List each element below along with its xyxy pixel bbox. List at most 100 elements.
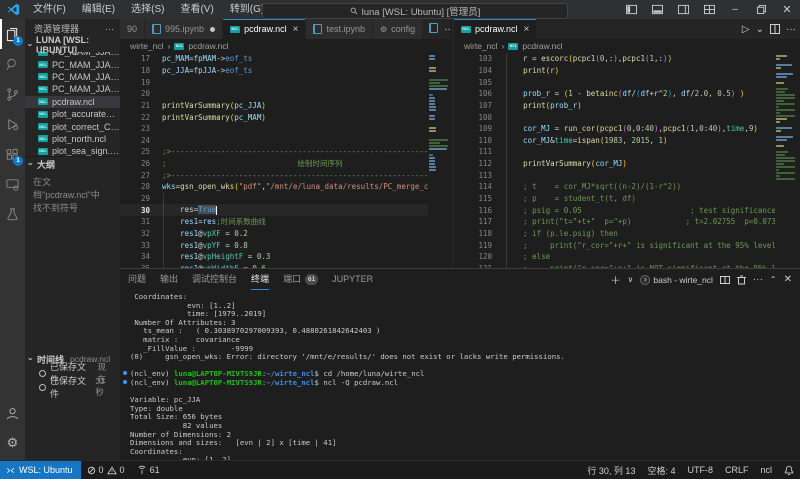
file-item[interactable]: NCLplot_sea_sign.ncl: [25, 145, 120, 156]
problems-indicator[interactable]: 0 0: [81, 461, 131, 479]
settings-gear-icon[interactable]: ⚙: [0, 428, 25, 458]
close-icon[interactable]: ×: [293, 24, 299, 35]
tab-pcdraw.ncl[interactable]: NCLpcdraw.ncl×: [454, 19, 537, 39]
toggle-secondary-sidebar-icon[interactable]: [670, 0, 696, 19]
panel-tab-输出[interactable]: 输出: [160, 269, 178, 290]
ncl-file-icon: NCL: [38, 123, 48, 130]
new-terminal-icon[interactable]: ＋: [611, 272, 621, 287]
minimap-line: [776, 136, 793, 138]
tab-90[interactable]: 90: [120, 19, 145, 39]
panel-tab-终端[interactable]: 终端: [251, 269, 269, 290]
activity-run-debug[interactable]: [0, 109, 25, 139]
code-line: 112 printVarSummary(cor_MJ): [454, 158, 800, 170]
file-item[interactable]: NCLpcdraw.ncl: [25, 96, 120, 108]
run-dropdown-icon[interactable]: ⌄: [756, 24, 764, 35]
menu-item[interactable]: 选择(S): [124, 0, 171, 19]
file-item[interactable]: NCLplot_accurate_Beijing...: [25, 108, 120, 120]
line-number: 114: [454, 182, 492, 191]
eol-sequence[interactable]: CRLF: [719, 461, 755, 479]
panel-tab-端口[interactable]: 端口61: [283, 269, 318, 290]
code-editor-left[interactable]: 17pc_MAM=fpMAM->eof_ts18pc_JJA=fpJJA->eo…: [120, 53, 450, 268]
ports-indicator[interactable]: 61: [131, 461, 166, 479]
timeline-item[interactable]: 已保存文件33 秒: [25, 380, 120, 394]
toggle-sidebar-icon[interactable]: [618, 0, 644, 19]
cursor-position[interactable]: 行 30, 列 13: [581, 461, 641, 479]
toggle-panel-icon[interactable]: [644, 0, 670, 19]
minimap-line: [776, 67, 781, 69]
timeline-section: › 时间线 pcdraw.ncl 已保存文件现在已保存文件33 秒: [25, 352, 120, 394]
menu-item[interactable]: 编辑(E): [75, 0, 122, 19]
close-icon[interactable]: ✕: [774, 0, 800, 19]
file-item[interactable]: NCLPC_MAM_JJA_scatter_...: [25, 58, 120, 70]
breadcrumb-file[interactable]: pcdraw.ncl: [188, 41, 228, 51]
terminal-output[interactable]: Coordinates: evn: [1..2] time: [1979..20…: [120, 292, 800, 461]
file-item[interactable]: NCLplot_north.ncl: [25, 133, 120, 145]
code-segment: [162, 241, 180, 250]
minimap-line: [776, 115, 795, 117]
activity-remote-explorer[interactable]: [0, 169, 25, 199]
code-segment: pcpc1: [600, 124, 623, 133]
tab-pcdraw.ncl[interactable]: NCLpcdraw.ncl×: [223, 19, 306, 39]
panel-more-actions-icon[interactable]: ···: [753, 274, 763, 285]
menu-item[interactable]: 文件(F): [26, 0, 73, 19]
notifications-bell[interactable]: [778, 461, 800, 479]
ncl-file-icon: NCL: [38, 98, 48, 105]
minimap-line: [429, 169, 436, 171]
panel-tab-JUPYTER[interactable]: JUPYTER: [332, 269, 373, 290]
minimap-line: [776, 139, 787, 141]
minimap-line: [429, 106, 436, 108]
panel-tab-调试控制台[interactable]: 调试控制台: [192, 269, 237, 290]
file-item[interactable]: NCLPC_MAM_JJA_scatter....: [25, 83, 120, 95]
minimap[interactable]: [775, 53, 797, 268]
code-segment: =: [243, 252, 257, 261]
window-title-search[interactable]: luna [WSL: Ubuntu] [管理员]: [262, 3, 568, 19]
minimap-line: [776, 163, 784, 165]
split-editor-icon[interactable]: [770, 24, 780, 34]
ncl-file-icon: NCL: [230, 26, 240, 33]
folder-section-header[interactable]: › LUNA [WSL: UBUNTU]: [25, 38, 120, 52]
gear-icon: ⚙: [380, 25, 387, 34]
close-panel-icon[interactable]: ✕: [784, 274, 792, 285]
minimap[interactable]: [428, 53, 450, 268]
breadcrumb-folder[interactable]: wirte_ncl: [130, 41, 164, 51]
code-text: pc_MAM=fpMAM->eof_ts: [162, 54, 252, 63]
sidebar-more-actions-icon[interactable]: ···: [105, 24, 114, 34]
close-icon[interactable]: ×: [524, 24, 530, 35]
maximize-panel-icon[interactable]: ⌃: [770, 275, 777, 284]
terminal-selector[interactable]: ❯ bash - wirte_ncl: [640, 275, 713, 285]
remote-indicator[interactable]: WSL: Ubuntu: [0, 461, 81, 479]
file-item[interactable]: NCLPC_MAM_JJA_scatter_...: [25, 71, 120, 83]
code-editor-right[interactable]: 103 r = escorc(pcpc1(0,:),pcpc1(1,:))104…: [454, 53, 800, 268]
tab-995.ipynb[interactable]: 995.ipynb: [145, 19, 223, 39]
outline-section-header[interactable]: › 大纲: [25, 156, 120, 171]
run-button[interactable]: ▷: [742, 24, 750, 35]
account-icon[interactable]: [0, 398, 25, 428]
language-mode[interactable]: ncl: [754, 461, 778, 479]
file-item[interactable]: NCLplot_correct_Chinama...: [25, 120, 120, 132]
notebook-icon[interactable]: [429, 23, 438, 36]
minimize-icon[interactable]: –: [722, 0, 748, 19]
tab-config[interactable]: ⚙config: [373, 19, 423, 39]
encoding[interactable]: UTF-8: [681, 461, 719, 479]
panel-tab-问题[interactable]: 问题: [128, 269, 146, 290]
indentation[interactable]: 空格: 4: [641, 461, 681, 479]
kill-terminal-icon[interactable]: [737, 275, 746, 285]
customize-layout-icon[interactable]: [696, 0, 722, 19]
code-line: 110 cor_MJ&time=ispan(1983, 2015, 1): [454, 134, 800, 146]
breadcrumb-folder[interactable]: wirte_ncl: [464, 41, 498, 51]
activity-source-control[interactable]: [0, 79, 25, 109]
tab-test.ipynb[interactable]: test.ipynb: [306, 19, 373, 39]
activity-extensions[interactable]: 1: [0, 139, 25, 169]
code-text: wks=gsn_open_wks("pdf","/mnt/e/luna_data…: [162, 182, 437, 191]
activity-search[interactable]: [0, 49, 25, 79]
restore-icon[interactable]: [748, 0, 774, 19]
breadcrumb-file[interactable]: pcdraw.ncl: [522, 41, 562, 51]
activity-testing[interactable]: [0, 199, 25, 229]
terminal-dropdown-icon[interactable]: ∨: [628, 275, 634, 284]
split-terminal-icon[interactable]: [720, 275, 730, 285]
minimap-line: [429, 70, 436, 72]
activity-explorer[interactable]: 1: [0, 19, 25, 49]
more-actions-icon[interactable]: ···: [786, 24, 796, 35]
code-segment: =: [221, 241, 235, 250]
menu-item[interactable]: 查看(V): [173, 0, 220, 19]
